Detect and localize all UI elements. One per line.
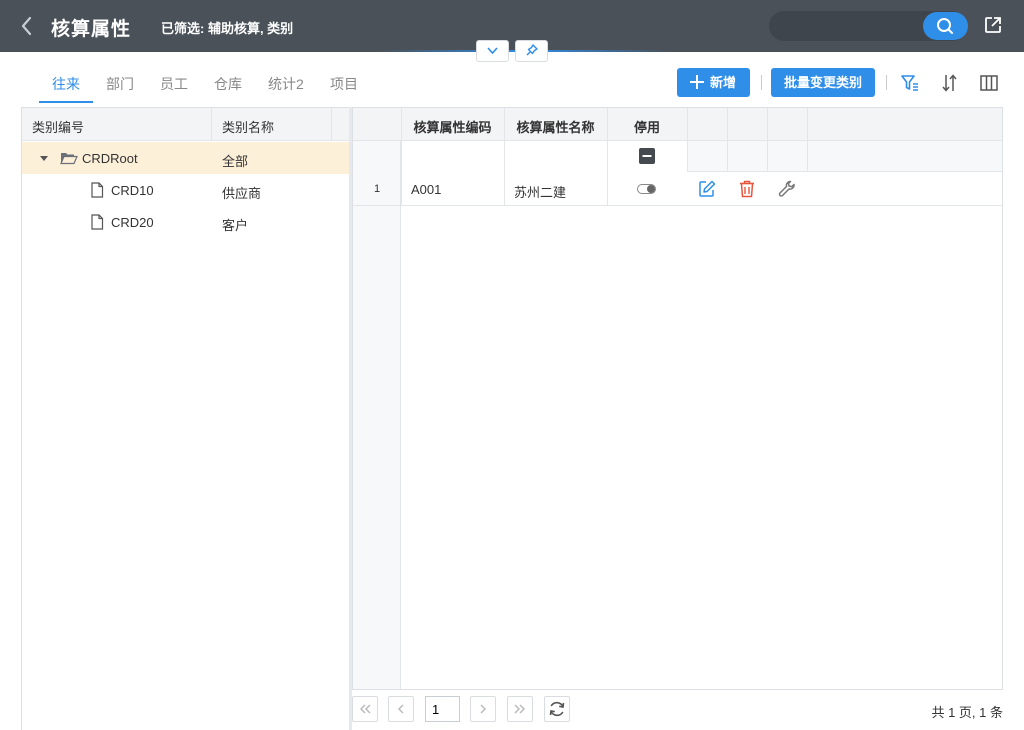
active-tab-indicator xyxy=(39,101,93,103)
tab-statistics2[interactable]: 统计2 xyxy=(268,74,304,94)
tree-column-divider xyxy=(331,108,332,141)
double-chevron-right-icon xyxy=(514,704,526,714)
chevron-right-icon xyxy=(480,704,487,714)
search-icon xyxy=(937,18,953,34)
grid-header-disabled[interactable]: 停用 xyxy=(607,117,687,136)
table-row[interactable]: 1 A001 苏州二建 xyxy=(353,172,1002,206)
export-icon[interactable] xyxy=(983,15,1003,35)
sort-icon[interactable] xyxy=(938,72,960,94)
tree-node[interactable]: CRD10 供应商 xyxy=(22,174,349,206)
refresh-button[interactable] xyxy=(544,696,570,722)
cell-name: 苏州二建 xyxy=(514,185,567,200)
grid-header-name[interactable]: 核算属性名称 xyxy=(504,117,607,136)
grid-header: 核算属性编码 核算属性名称 停用 xyxy=(353,108,1002,141)
toolbar-separator xyxy=(886,75,887,90)
tree-header-code: 类别编号 xyxy=(32,120,85,135)
tree-node-name: 供应商 xyxy=(222,186,262,201)
grid-column-divider xyxy=(687,108,688,172)
search-input[interactable] xyxy=(781,17,921,35)
grid-column-divider xyxy=(727,108,728,172)
grid-column-divider xyxy=(607,108,608,206)
category-tree-panel: 类别编号 类别名称 CRDRoot 全部 CRD10 供应商 CRD20 客户 xyxy=(21,107,350,730)
prev-page-button[interactable] xyxy=(388,696,414,722)
tab-employee[interactable]: 员工 xyxy=(160,74,188,94)
file-icon xyxy=(91,182,104,198)
first-page-button[interactable] xyxy=(352,696,378,722)
toolbar-separator xyxy=(761,75,762,90)
page-title: 核算属性 xyxy=(51,19,132,40)
grid-column-divider xyxy=(504,108,505,206)
filter-summary: 已筛选: 辅助核算, 类别 xyxy=(161,21,294,36)
grid-filter-row xyxy=(353,141,1002,172)
chevron-left-icon xyxy=(397,704,404,714)
attribute-grid: 核算属性编码 核算属性名称 停用 1 A001 苏州二建 xyxy=(352,107,1003,690)
filter-name-input[interactable] xyxy=(504,141,607,172)
tree-header: 类别编号 类别名称 xyxy=(22,108,349,141)
toggle-switch-icon[interactable] xyxy=(637,183,657,195)
caret-down-icon[interactable] xyxy=(39,153,49,163)
columns-icon[interactable] xyxy=(978,72,1000,94)
search-button[interactable] xyxy=(923,12,968,40)
row-number-column xyxy=(353,141,401,689)
indeterminate-checkbox-icon[interactable] xyxy=(639,148,655,164)
wrench-icon[interactable] xyxy=(777,179,797,199)
chevron-down-icon xyxy=(487,47,498,55)
app-header: 核算属性 已筛选: 辅助核算, 类别 xyxy=(0,0,1024,52)
page-number-input[interactable] xyxy=(425,696,460,722)
collapse-header-button[interactable] xyxy=(476,40,509,62)
grid-column-divider xyxy=(401,108,402,206)
pin-icon xyxy=(526,44,538,56)
cell-code: A001 xyxy=(411,182,442,197)
row-number: 1 xyxy=(373,183,381,195)
tab-warehouse[interactable]: 仓库 xyxy=(214,74,242,94)
tree-node-name: 全部 xyxy=(222,154,249,169)
pagination-summary: 共 1 页, 1 条 xyxy=(931,705,1003,720)
tree-column-divider xyxy=(211,108,212,141)
grid-column-divider xyxy=(807,108,808,172)
tree-node-code: CRD10 xyxy=(111,183,154,198)
folder-open-icon xyxy=(60,153,78,165)
add-button[interactable]: 新增 xyxy=(677,68,750,97)
tab-department[interactable]: 部门 xyxy=(106,74,134,94)
plus-icon xyxy=(690,75,704,89)
edit-icon[interactable] xyxy=(697,179,717,199)
filter-disabled-cell xyxy=(607,141,687,172)
tree-node-name: 客户 xyxy=(222,218,249,233)
filter-icon[interactable] xyxy=(899,72,921,94)
refresh-icon xyxy=(549,701,565,717)
add-button-label: 新增 xyxy=(710,75,737,90)
tree-header-name: 类别名称 xyxy=(222,120,275,135)
delete-icon[interactable] xyxy=(737,179,757,199)
batch-change-category-button[interactable]: 批量变更类别 xyxy=(771,68,875,97)
tab-wanglai[interactable]: 往来 xyxy=(52,74,80,94)
grid-column-divider xyxy=(767,108,768,172)
last-page-button[interactable] xyxy=(507,696,533,722)
tree-node[interactable]: CRD20 客户 xyxy=(22,206,349,238)
next-page-button[interactable] xyxy=(470,696,496,722)
grid-header-code[interactable]: 核算属性编码 xyxy=(401,117,504,136)
pin-header-button[interactable] xyxy=(515,40,548,62)
tree-node-code: CRD20 xyxy=(111,215,154,230)
tree-node-root[interactable]: CRDRoot 全部 xyxy=(22,142,349,174)
file-icon xyxy=(91,214,104,230)
filter-code-input[interactable] xyxy=(401,141,504,172)
tab-project[interactable]: 项目 xyxy=(330,74,358,94)
tree-node-code: CRDRoot xyxy=(82,151,138,166)
double-chevron-left-icon xyxy=(359,704,371,714)
back-arrow-icon[interactable] xyxy=(14,12,40,40)
